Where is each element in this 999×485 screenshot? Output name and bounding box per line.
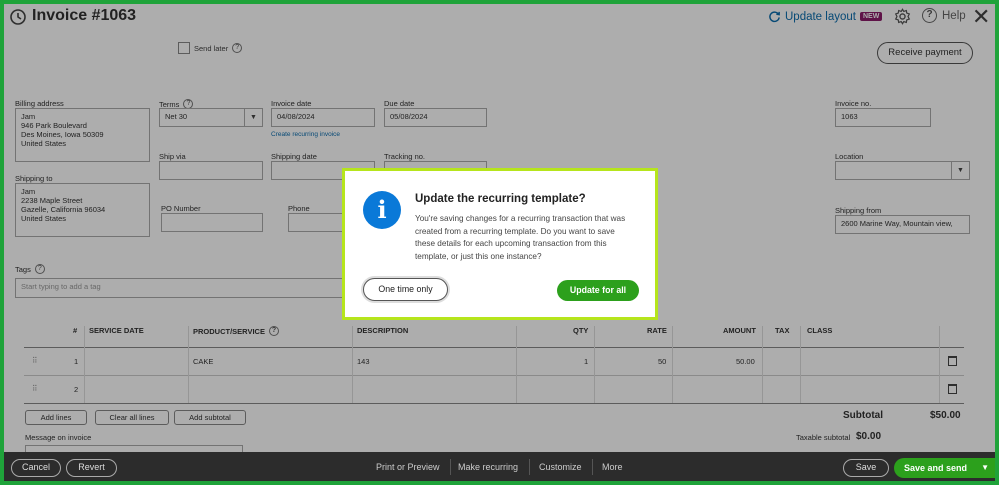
invoice-window: Invoice #1063 Update layout NEW ? Help ✕…	[4, 4, 995, 481]
more-link[interactable]: More	[602, 462, 623, 472]
revert-button[interactable]: Revert	[66, 459, 117, 477]
update-for-all-button[interactable]: Update for all	[557, 280, 639, 301]
dialog-title: Update the recurring template?	[415, 193, 586, 205]
save-button[interactable]: Save	[843, 459, 889, 477]
info-icon: i	[363, 191, 401, 229]
save-and-send-label: Save and send	[904, 463, 968, 473]
recurring-template-dialog: i Update the recurring template? You're …	[342, 168, 658, 320]
save-and-send-button[interactable]: Save and send ▼	[894, 458, 995, 478]
dialog-body: i Update the recurring template? You're …	[345, 171, 655, 317]
action-bar: Cancel Revert Print or Preview Make recu…	[4, 452, 995, 481]
customize-link[interactable]: Customize	[539, 462, 582, 472]
print-preview-link[interactable]: Print or Preview	[376, 462, 440, 472]
separator	[592, 459, 593, 475]
dialog-message: You're saving changes for a recurring tr…	[415, 214, 626, 261]
make-recurring-link[interactable]: Make recurring	[458, 462, 518, 472]
chevron-down-icon[interactable]: ▼	[981, 458, 989, 478]
cancel-button[interactable]: Cancel	[11, 459, 61, 477]
one-time-only-button[interactable]: One time only	[363, 278, 448, 301]
separator	[450, 459, 451, 475]
separator	[529, 459, 530, 475]
